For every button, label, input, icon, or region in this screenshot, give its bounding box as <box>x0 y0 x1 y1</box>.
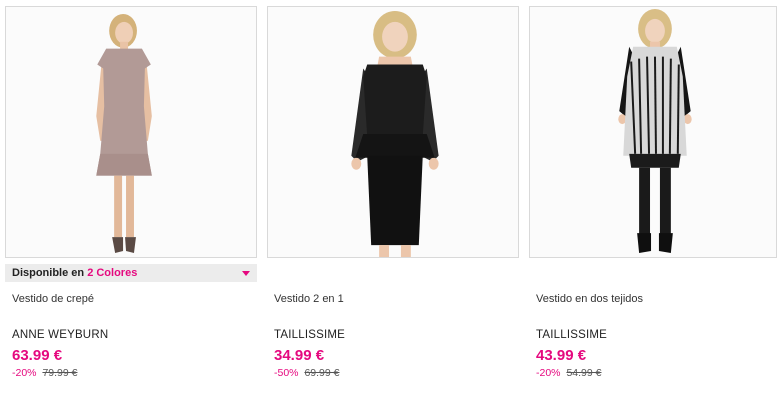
product-brand: TAILLISSIME <box>274 329 346 341</box>
product-info: Vestido 2 en 1 TAILLISSIME 34.99 € -50% … <box>274 292 345 380</box>
product-card[interactable] <box>5 6 257 258</box>
product-name[interactable]: Vestido 2 en 1 <box>274 292 345 306</box>
product-brand: ANNE WEYBURN <box>12 329 109 341</box>
product-image-link[interactable] <box>5 6 257 258</box>
model-in-black-lace-dress-image <box>351 10 439 257</box>
discount-row: -20% 79.99 € <box>12 367 108 380</box>
product-info: Vestido de crepé ANNE WEYBURN 63.99 € -2… <box>12 292 108 380</box>
product-price: 43.99 € <box>536 347 587 364</box>
old-price: 54.99 € <box>566 367 602 379</box>
product-brand: TAILLISSIME <box>536 329 608 341</box>
discount-row: -20% 54.99 € <box>536 367 643 380</box>
model-in-print-dress-image <box>618 9 692 254</box>
available-colors-dropdown[interactable]: Disponible en 2 Colores <box>5 264 257 282</box>
old-price: 69.99 € <box>304 367 340 379</box>
model-in-taupe-dress-image <box>96 13 152 254</box>
product-image-link[interactable] <box>529 6 777 258</box>
product-name[interactable]: Vestido en dos tejidos <box>536 292 643 306</box>
colors-count: 2 Colores <box>87 267 138 279</box>
old-price: 79.99 € <box>42 367 78 379</box>
product-name[interactable]: Vestido de crepé <box>12 292 108 306</box>
discount-badge: -20% <box>536 367 561 379</box>
product-info: Vestido en dos tejidos TAILLISSIME 43.99… <box>536 292 643 380</box>
discount-row: -50% 69.99 € <box>274 367 345 380</box>
product-card[interactable] <box>529 6 777 258</box>
product-price: 63.99 € <box>12 347 63 364</box>
colors-label: Disponible en <box>12 267 85 279</box>
discount-badge: -20% <box>12 367 37 379</box>
product-card[interactable] <box>267 6 519 258</box>
product-image-link[interactable] <box>267 6 519 258</box>
chevron-down-icon <box>242 271 250 276</box>
discount-badge: -50% <box>274 367 299 379</box>
product-price: 34.99 € <box>274 347 325 364</box>
